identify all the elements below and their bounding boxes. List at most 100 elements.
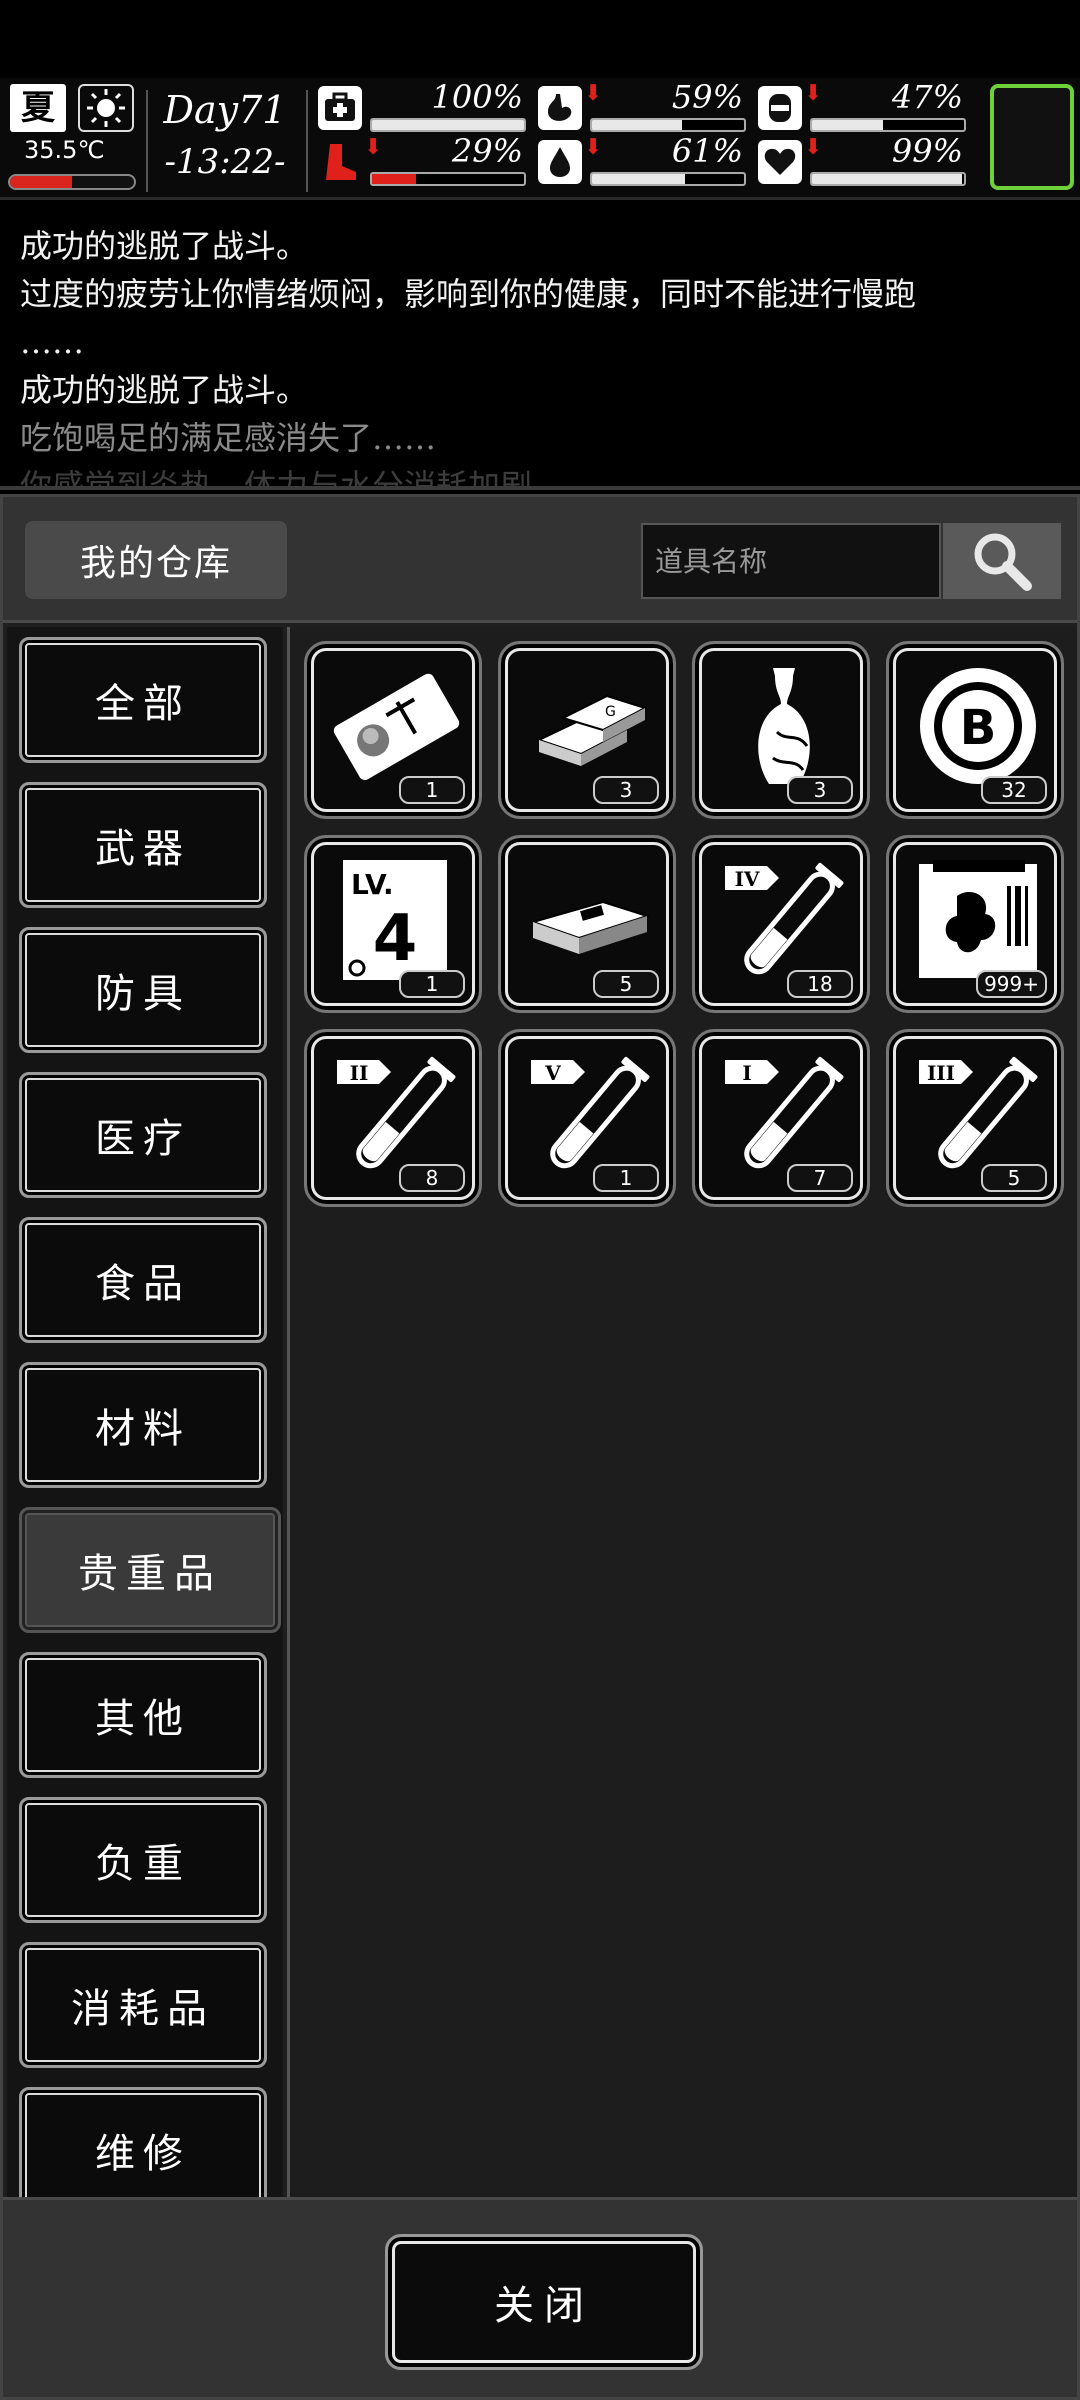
item-count: 8 xyxy=(399,1164,465,1192)
day-counter: Day71 xyxy=(163,88,287,132)
inventory-item[interactable]: I7 xyxy=(692,1029,870,1207)
stat-hunger: ⬇ 59% xyxy=(538,78,753,134)
panel-title: 我的仓库 xyxy=(25,521,287,599)
item-count: 1 xyxy=(593,1164,659,1192)
item-grid: 1 G 3 3 B 32 LV. 4 1 5 IV 18 999+ II 8 V 1 I 7 III 5 xyxy=(287,627,1077,2197)
divider xyxy=(146,90,148,192)
inventory-item[interactable]: 5 xyxy=(498,835,676,1013)
stat-bar xyxy=(810,118,966,132)
inventory-item[interactable]: 3 xyxy=(692,641,870,819)
stat-pain: ⬇ 47% xyxy=(758,78,973,134)
item-search-input[interactable] xyxy=(641,523,941,599)
panel-header: 我的仓库 xyxy=(3,497,1077,623)
down-arrow-icon: ⬇ xyxy=(804,134,823,160)
divider xyxy=(306,90,308,192)
category-tab[interactable]: 负重 xyxy=(19,1797,267,1923)
boot-icon xyxy=(318,140,362,184)
category-tab[interactable]: 消耗品 xyxy=(19,1942,267,2068)
temperature-text: 35.5℃ xyxy=(24,136,105,164)
item-count: 3 xyxy=(593,776,659,804)
stat-health: 100% xyxy=(318,78,533,134)
category-tab[interactable]: 维修 xyxy=(19,2087,267,2197)
log-line: 吃饱喝足的满足感消失了…… xyxy=(20,419,437,457)
stat-value: 99% xyxy=(891,132,963,170)
category-tab[interactable]: 全部 xyxy=(19,637,267,763)
stat-value: 59% xyxy=(671,78,743,116)
svg-text:LV.: LV. xyxy=(351,868,394,901)
category-tab[interactable]: 材料 xyxy=(19,1362,267,1488)
log-line: 成功的逃脱了战斗。 xyxy=(20,371,309,409)
svg-text:IV: IV xyxy=(735,867,760,891)
inventory-item[interactable]: V1 xyxy=(498,1029,676,1207)
medkit-icon xyxy=(318,86,362,130)
heart-icon xyxy=(758,140,802,184)
inventory-item[interactable]: LV. 4 1 xyxy=(304,835,482,1013)
svg-text:4: 4 xyxy=(373,902,418,976)
svg-text:B: B xyxy=(960,700,997,756)
item-count: 18 xyxy=(787,970,853,998)
equipped-slot[interactable] xyxy=(990,84,1074,190)
item-count: 5 xyxy=(981,1164,1047,1192)
item-count: 3 xyxy=(787,776,853,804)
stat-value: 100% xyxy=(431,78,523,116)
item-count: 1 xyxy=(399,970,465,998)
status-bar: 夏 35.5℃ Day71 -13:22- 100% ⬇ 59% ⬇ 47% ⬇ 29% ⬇ 6… xyxy=(0,78,1080,200)
inventory-item[interactable]: II 8 xyxy=(304,1029,482,1207)
item-count: 999+ xyxy=(976,970,1047,998)
inventory-item[interactable]: IV 18 xyxy=(692,835,870,1013)
stat-stamina: ⬇ 29% xyxy=(318,132,533,188)
stat-value: 47% xyxy=(891,78,963,116)
log-line: …… xyxy=(20,323,84,361)
down-arrow-icon: ⬇ xyxy=(804,80,823,106)
item-count: 32 xyxy=(981,776,1047,804)
temperature-bar xyxy=(8,174,136,190)
clock-time: -13:22- xyxy=(164,142,286,182)
svg-text:G: G xyxy=(605,704,616,720)
log-line: 你感觉到炎热，体力与水分消耗加剧…… xyxy=(20,467,597,490)
stat-value: 61% xyxy=(671,132,743,170)
item-count: 1 xyxy=(399,776,465,804)
close-button[interactable]: 关闭 xyxy=(385,2234,703,2370)
stomach-icon xyxy=(538,86,582,130)
down-arrow-icon: ⬇ xyxy=(584,134,603,160)
category-tab[interactable]: 防具 xyxy=(19,927,267,1053)
bandage-icon xyxy=(758,86,802,130)
stat-bar xyxy=(370,172,526,186)
stat-thirst: ⬇ 61% xyxy=(538,132,753,188)
stat-value: 29% xyxy=(451,132,523,170)
category-tab[interactable]: 食品 xyxy=(19,1217,267,1343)
category-tab[interactable]: 医疗 xyxy=(19,1072,267,1198)
log-line: 成功的逃脱了战斗。 xyxy=(20,227,309,265)
svg-text:III: III xyxy=(927,1061,955,1085)
category-tab[interactable]: 其他 xyxy=(19,1652,267,1778)
season-badge: 夏 xyxy=(10,84,66,132)
svg-text:II: II xyxy=(350,1061,369,1085)
category-list[interactable]: 全部武器防具医疗食品材料贵重品其他负重消耗品维修 xyxy=(7,627,283,2197)
category-tab[interactable]: 武器 xyxy=(19,782,267,908)
inventory-item[interactable]: G3 xyxy=(498,641,676,819)
stat-bar xyxy=(590,118,746,132)
stat-bar xyxy=(370,118,526,132)
down-arrow-icon: ⬇ xyxy=(584,80,603,106)
svg-text:I: I xyxy=(742,1061,751,1085)
search-icon xyxy=(974,533,1032,591)
stat-mood: ⬇ 99% xyxy=(758,132,973,188)
stat-bar xyxy=(590,172,746,186)
svg-text:V: V xyxy=(544,1061,561,1085)
inventory-item[interactable]: B 32 xyxy=(886,641,1064,819)
stat-bar xyxy=(810,172,966,186)
category-tab[interactable]: 贵重品 xyxy=(19,1507,281,1633)
search-button[interactable] xyxy=(943,523,1061,599)
down-arrow-icon: ⬇ xyxy=(364,134,383,160)
water-drop-icon xyxy=(538,140,582,184)
message-log[interactable]: 成功的逃脱了战斗。 过度的疲劳让你情绪烦闷，影响到你的健康，同时不能进行慢跑 …… xyxy=(0,200,1080,490)
item-count: 5 xyxy=(593,970,659,998)
panel-footer: 关闭 xyxy=(3,2197,1077,2397)
warehouse-panel: 我的仓库 全部武器防具医疗食品材料贵重品其他负重消耗品维修 1G33B32LV.… xyxy=(0,494,1080,2400)
inventory-item[interactable]: 999+ xyxy=(886,835,1064,1013)
inventory-item[interactable]: III 5 xyxy=(886,1029,1064,1207)
inventory-item[interactable]: 1 xyxy=(304,641,482,819)
log-line: 过度的疲劳让你情绪烦闷，影响到你的健康，同时不能进行慢跑 xyxy=(20,275,917,313)
sun-icon xyxy=(78,84,134,132)
item-count: 7 xyxy=(787,1164,853,1192)
